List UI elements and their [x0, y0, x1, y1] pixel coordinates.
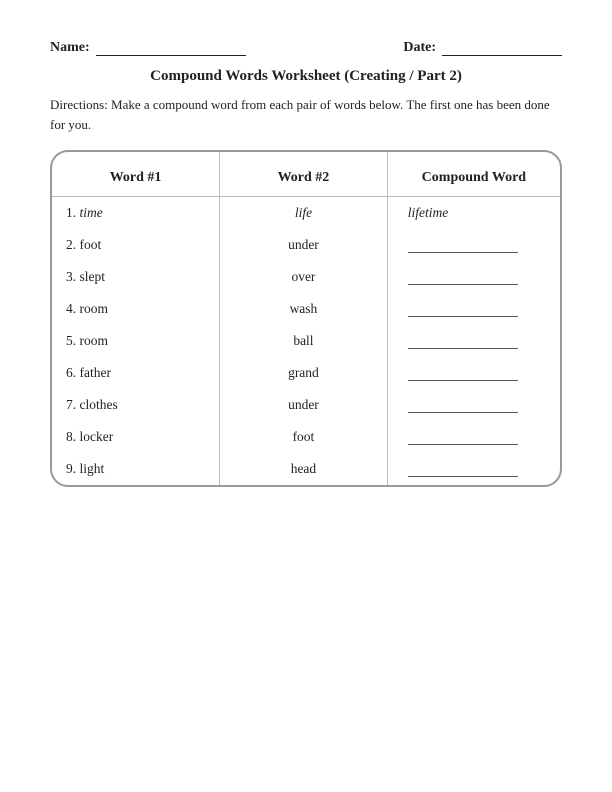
- answer-line[interactable]: [408, 367, 518, 381]
- table-header-row: Word #1 Word #2 Compound Word: [52, 152, 560, 197]
- word2-cell: foot: [220, 421, 388, 453]
- word2-cell: wash: [220, 293, 388, 325]
- word1-cell: 3. slept: [52, 261, 220, 293]
- worksheet-table: Word #1 Word #2 Compound Word 1. timelif…: [52, 152, 560, 485]
- word1-cell: 8. locker: [52, 421, 220, 453]
- answer-line[interactable]: [408, 271, 518, 285]
- answer-line[interactable]: [408, 303, 518, 317]
- compound-cell: [387, 261, 560, 293]
- compound-cell: [387, 453, 560, 485]
- answer-line[interactable]: [408, 335, 518, 349]
- page-title: Compound Words Worksheet (Creating / Par…: [50, 68, 562, 85]
- table-row: 6. fathergrand: [52, 357, 560, 389]
- name-field: Name:: [50, 40, 246, 56]
- word1-cell: 7. clothes: [52, 389, 220, 421]
- word1-cell: 5. room: [52, 325, 220, 357]
- col-header-word2: Word #2: [220, 152, 388, 197]
- word2-cell: under: [220, 389, 388, 421]
- header-row: Name: Date:: [50, 40, 562, 56]
- table-row: 1. timelifelifetime: [52, 197, 560, 230]
- word2-cell: life: [220, 197, 388, 230]
- date-field: Date:: [403, 40, 562, 56]
- word1-cell: 9. light: [52, 453, 220, 485]
- date-label: Date:: [403, 40, 436, 56]
- word1-cell: 2. foot: [52, 229, 220, 261]
- compound-cell: lifetime: [387, 197, 560, 230]
- answer-line[interactable]: [408, 239, 518, 253]
- word1-cell: 1. time: [52, 197, 220, 230]
- compound-cell: [387, 421, 560, 453]
- answer-line[interactable]: [408, 463, 518, 477]
- compound-cell: [387, 389, 560, 421]
- word2-cell: over: [220, 261, 388, 293]
- date-underline[interactable]: [442, 40, 562, 56]
- table-row: 5. roomball: [52, 325, 560, 357]
- col-header-word1: Word #1: [52, 152, 220, 197]
- col-header-compound: Compound Word: [387, 152, 560, 197]
- table-row: 9. lighthead: [52, 453, 560, 485]
- answer-line[interactable]: [408, 399, 518, 413]
- answer-line[interactable]: [408, 431, 518, 445]
- compound-cell: [387, 357, 560, 389]
- compound-cell: [387, 229, 560, 261]
- name-label: Name:: [50, 40, 90, 56]
- table-row: 3. sleptover: [52, 261, 560, 293]
- table-row: 4. roomwash: [52, 293, 560, 325]
- compound-cell: [387, 293, 560, 325]
- name-underline[interactable]: [96, 40, 246, 56]
- compound-cell: [387, 325, 560, 357]
- word1-cell: 6. father: [52, 357, 220, 389]
- table-row: 7. clothesunder: [52, 389, 560, 421]
- word2-cell: grand: [220, 357, 388, 389]
- word2-cell: ball: [220, 325, 388, 357]
- table-row: 8. lockerfoot: [52, 421, 560, 453]
- table-row: 2. footunder: [52, 229, 560, 261]
- directions-text: Directions: Make a compound word from ea…: [50, 95, 562, 134]
- worksheet-table-container: Word #1 Word #2 Compound Word 1. timelif…: [50, 150, 562, 487]
- word1-cell: 4. room: [52, 293, 220, 325]
- word2-cell: head: [220, 453, 388, 485]
- word2-cell: under: [220, 229, 388, 261]
